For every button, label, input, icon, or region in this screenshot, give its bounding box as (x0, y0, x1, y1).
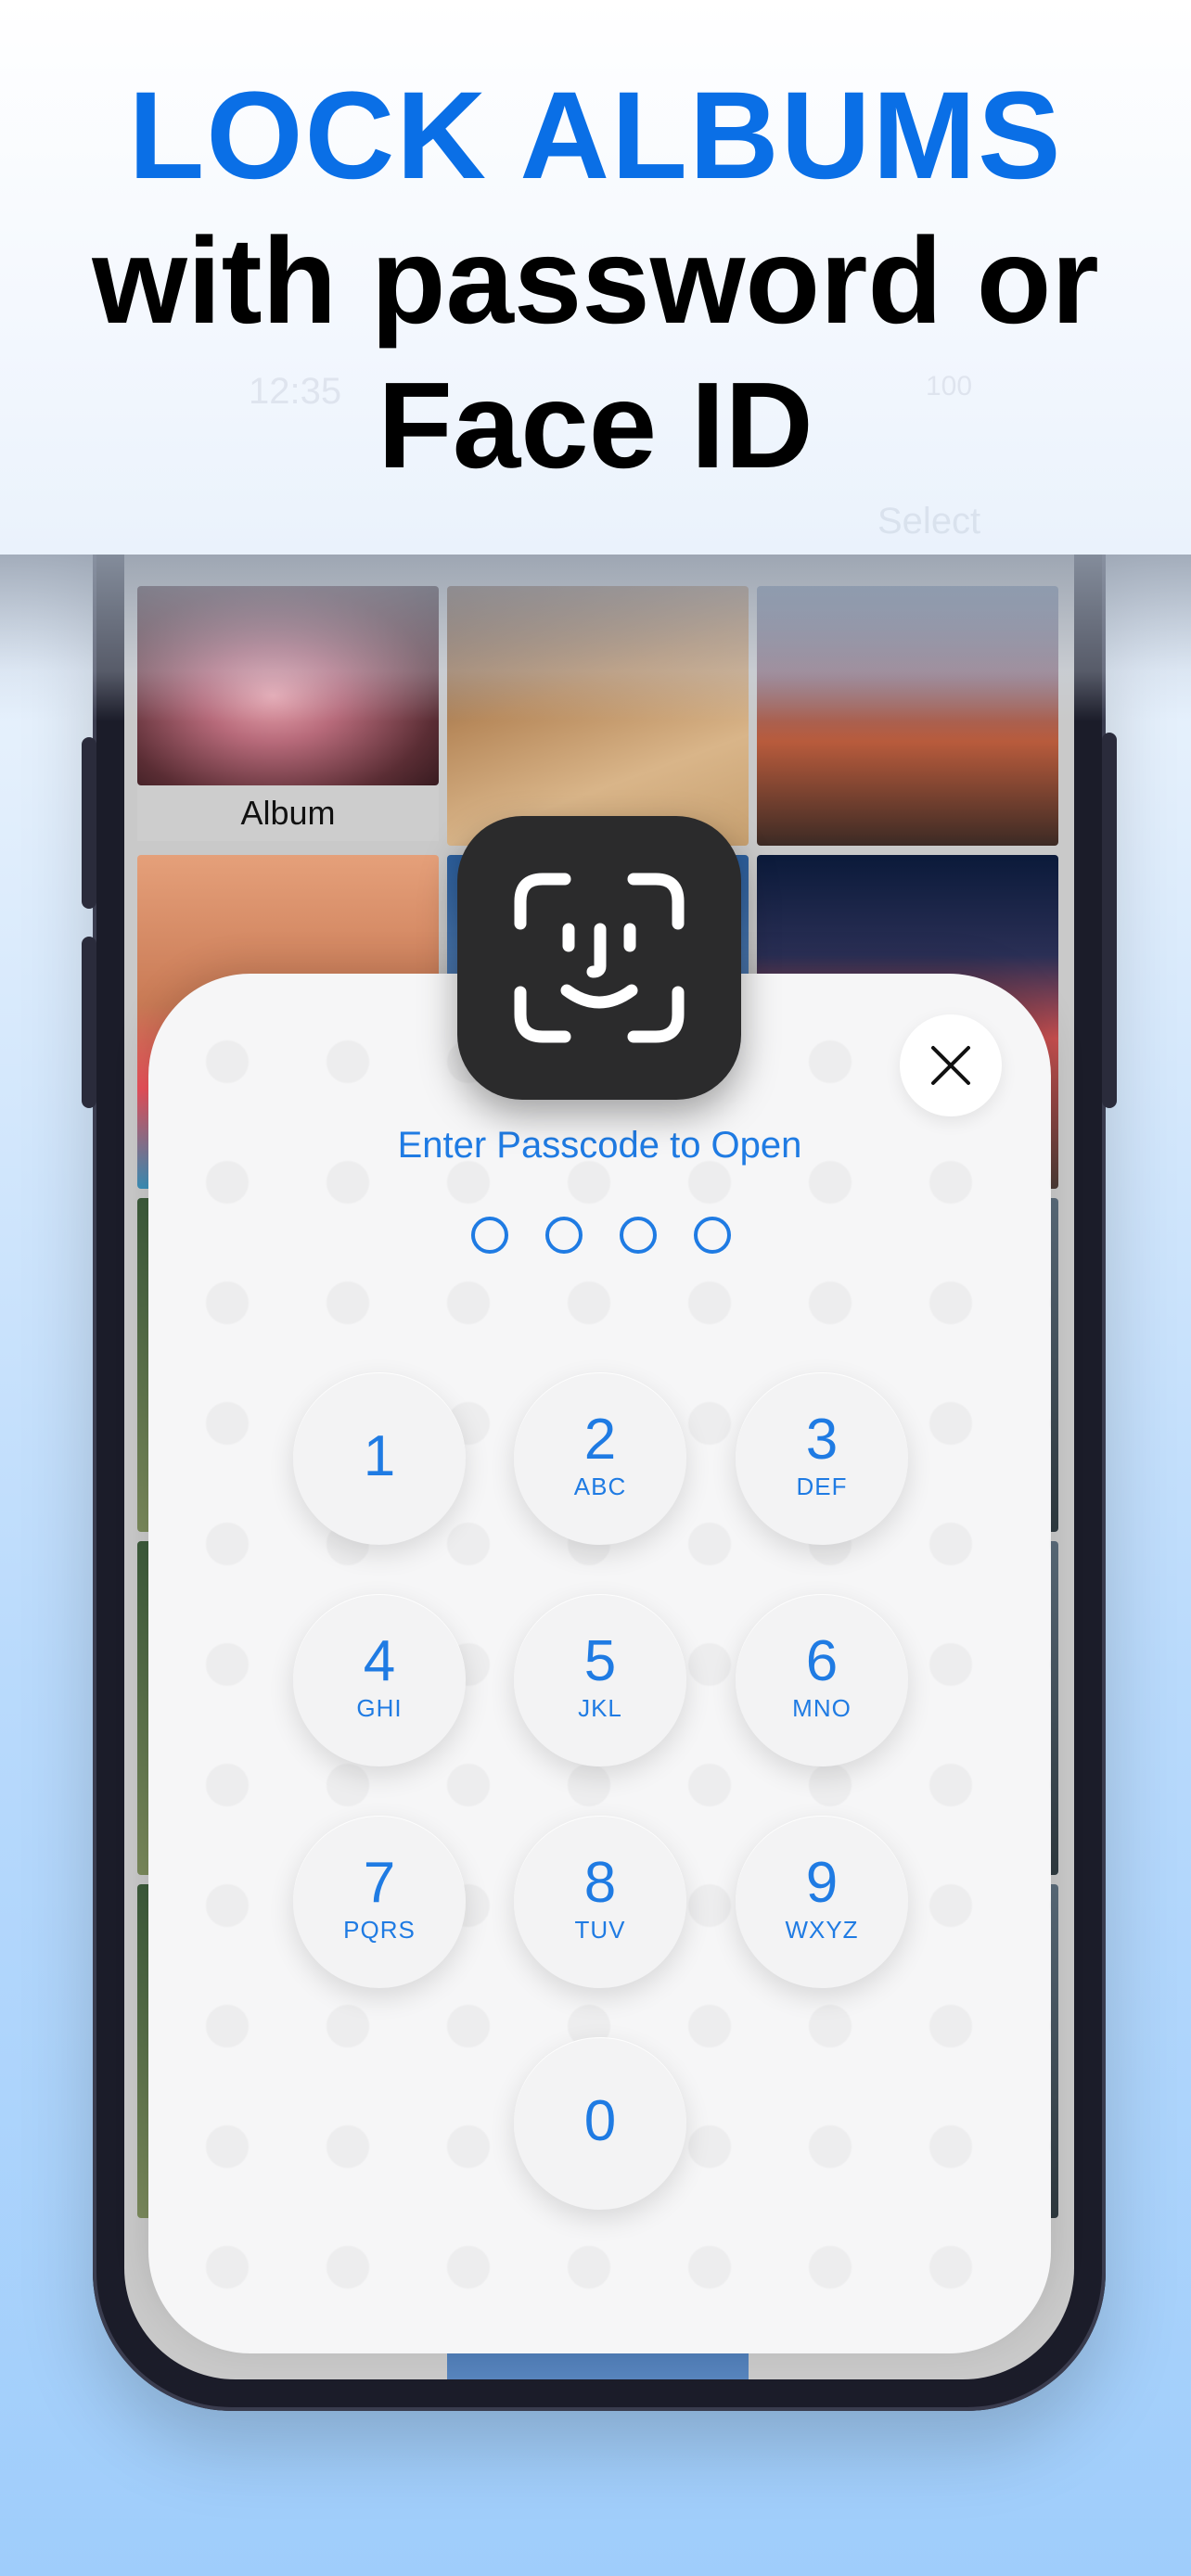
keypad-key-5[interactable]: 5 JKL (514, 1594, 686, 1766)
status-time: 12:35 (249, 371, 342, 412)
face-id-icon (514, 873, 685, 1043)
nav-select-button[interactable]: Select (877, 501, 980, 542)
passcode-dot (694, 1217, 731, 1254)
key-digit: 5 (583, 1629, 617, 1693)
photo-thumbnail[interactable] (757, 586, 1058, 846)
volume-down-button (82, 937, 96, 1108)
key-digit: 7 (363, 1851, 396, 1915)
key-digit: 0 (583, 2089, 617, 2153)
key-letters: WXYZ (785, 1916, 859, 1944)
keypad-key-4[interactable]: 4 GHI (293, 1594, 466, 1766)
close-button[interactable] (900, 1014, 1002, 1116)
key-letters: PQRS (343, 1916, 416, 1944)
key-letters: JKL (578, 1694, 622, 1722)
face-id-button[interactable] (457, 816, 741, 1100)
album-caption: Album (137, 785, 439, 841)
close-icon (931, 1046, 970, 1085)
passcode-dot (471, 1217, 508, 1254)
key-letters: ABC (573, 1473, 627, 1500)
key-digit: 1 (363, 1424, 396, 1488)
passcode-dot (620, 1217, 657, 1254)
headline-line-1: LOCK ALBUMS (128, 67, 1063, 205)
keypad-key-0[interactable]: 0 (514, 2037, 686, 2210)
photo-thumbnail[interactable] (447, 586, 749, 846)
album-thumbnail[interactable] (137, 586, 439, 785)
passcode-prompt: Enter Passcode to Open (397, 1125, 802, 1166)
key-digit: 8 (583, 1851, 617, 1915)
key-digit: 3 (805, 1408, 839, 1472)
key-digit: 4 (363, 1629, 396, 1693)
key-digit: 6 (805, 1629, 839, 1693)
volume-up-button (82, 737, 96, 909)
headline-banner: LOCK ALBUMS with password or Face ID (0, 0, 1191, 555)
key-letters: TUV (574, 1916, 626, 1944)
album-label: Album (240, 794, 336, 832)
headline-line-3: Face ID (378, 357, 813, 493)
key-letters: DEF (796, 1473, 848, 1500)
passcode-dots (471, 1217, 749, 1257)
power-button (1102, 733, 1117, 1108)
battery-level: 100 (926, 371, 973, 402)
key-digit: 9 (805, 1851, 839, 1915)
keypad-key-7[interactable]: 7 PQRS (293, 1816, 466, 1988)
keypad-key-9[interactable]: 9 WXYZ (736, 1816, 908, 1988)
passcode-dot (545, 1217, 583, 1254)
passcode-sheet: Enter Passcode to Open 1 2 ABC 3 DEF 4 G… (148, 974, 1051, 2353)
key-letters: MNO (792, 1694, 852, 1722)
key-letters: GHI (356, 1694, 403, 1722)
keypad-key-8[interactable]: 8 TUV (514, 1816, 686, 1988)
keypad-key-6[interactable]: 6 MNO (736, 1594, 908, 1766)
headline-line-2: with password or (92, 212, 1099, 349)
keypad-key-2[interactable]: 2 ABC (514, 1372, 686, 1545)
key-digit: 2 (583, 1408, 617, 1472)
keypad-key-3[interactable]: 3 DEF (736, 1372, 908, 1545)
keypad-key-1[interactable]: 1 (293, 1372, 466, 1545)
